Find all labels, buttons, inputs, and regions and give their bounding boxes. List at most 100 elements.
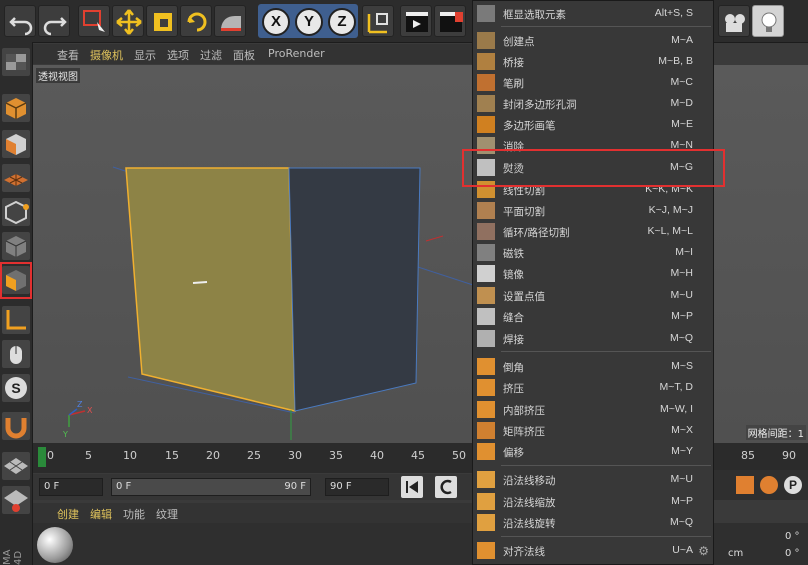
menu-item-brush[interactable]: 笔刷 M~C [473, 72, 713, 93]
edit-menu[interactable]: 编辑 [90, 506, 112, 522]
y-axis-lock-button[interactable]: Y [295, 8, 323, 36]
weld-icon [477, 330, 495, 347]
rotate-tool-button[interactable] [180, 5, 212, 37]
tick-label: 85 [741, 449, 755, 462]
menu-item-bridge[interactable]: 桥接 M~B, B [473, 51, 713, 72]
make-editable-button[interactable] [2, 48, 30, 76]
rect-select-icon [83, 10, 105, 32]
magnet-palette-button[interactable] [2, 412, 30, 440]
display-menu[interactable]: 显示 [134, 47, 156, 63]
move-tool-button[interactable] [112, 5, 144, 37]
menu-item-create-point[interactable]: 创建点 M~A [473, 30, 713, 51]
menu-item-polygon-pen[interactable]: 多边形画笔 M~E [473, 114, 713, 135]
create-menu[interactable]: 创建 [57, 506, 79, 522]
x-axis-lock-button[interactable]: X [262, 8, 290, 36]
right-toolbar [714, 0, 808, 42]
points-mode-button[interactable] [2, 198, 30, 226]
camera-button[interactable] [718, 5, 750, 37]
move-icon [116, 9, 142, 35]
menu-item-mirror[interactable]: 镜像 M~H [473, 263, 713, 284]
grid-diamond-icon [4, 458, 28, 474]
light-button[interactable] [752, 5, 784, 37]
grid-lock-button[interactable] [2, 486, 30, 514]
keyframe-selection-button[interactable]: P [784, 476, 802, 494]
coordinate-system-button[interactable] [362, 5, 394, 37]
tick-label: 10 [123, 449, 137, 462]
menu-item-close-polygon-hole[interactable]: 封闭多边形孔洞 M~D [473, 93, 713, 114]
matrix-extrude-icon [477, 422, 495, 439]
workplane-mode-button[interactable] [2, 164, 30, 192]
edge-mode-icon [5, 236, 27, 257]
end-frame-value: 90 F [284, 481, 306, 492]
menu-item-normal-rotate[interactable]: 沿法线旋转 M~Q [473, 512, 713, 533]
menu-item-stitch[interactable]: 缝合 M~P [473, 306, 713, 327]
menu-item-normal-scale[interactable]: 沿法线缩放 M~P [473, 491, 713, 512]
dark-side-face[interactable] [288, 167, 421, 412]
gear-icon[interactable]: ⚙ [698, 544, 709, 558]
scale-tool-button[interactable] [146, 5, 178, 37]
auto-key-button[interactable] [760, 476, 778, 494]
redo-button[interactable] [38, 5, 70, 37]
menu-item-align-normals[interactable]: 对齐法线 U~A [473, 540, 713, 561]
bevel-icon [477, 358, 495, 375]
filter-menu[interactable]: 过滤 [200, 47, 222, 63]
selection-tool-button[interactable] [78, 5, 110, 37]
animation-tools: P [714, 470, 808, 500]
menu-item-extrude[interactable]: 挤压 M~T, D [473, 377, 713, 398]
go-to-start-button[interactable] [401, 476, 423, 498]
smooth-shift-icon [477, 443, 495, 460]
render-view-button[interactable] [400, 5, 432, 37]
svg-text:S: S [11, 380, 20, 396]
menu-item-smooth-shift[interactable]: 偏移 M~Y [473, 441, 713, 462]
options-menu[interactable]: 选项 [167, 47, 189, 63]
view-menu[interactable]: 查看 [57, 47, 79, 63]
menu-item-magnet[interactable]: 磁铁 M~I [473, 242, 713, 263]
tweak-mode-button[interactable] [2, 340, 30, 368]
panel-menu[interactable]: 面板 [233, 47, 255, 63]
model-mode-button[interactable] [2, 94, 30, 122]
tick-label: 45 [411, 449, 425, 462]
grid-button[interactable] [2, 452, 30, 480]
menu-item-matrix-extrude[interactable]: 矩阵挤压 M~X [473, 420, 713, 441]
set-point-value-icon [477, 287, 495, 304]
rotation-readout-2: 0 ° [785, 548, 800, 559]
tick-label: 35 [329, 449, 343, 462]
scale-icon [154, 13, 172, 31]
texture-menu[interactable]: 纹理 [156, 506, 178, 522]
menu-item-set-point-value[interactable]: 设置点值 M~U [473, 285, 713, 306]
material-ball-preview[interactable] [37, 527, 73, 563]
selected-front-face[interactable] [125, 167, 296, 412]
iron-tool-icon [221, 16, 241, 31]
menu-item-plane-cut[interactable]: 平面切割 K~J, M~J [473, 200, 713, 221]
camera-menu[interactable]: 摄像机 [90, 47, 123, 63]
enable-axis-button[interactable] [2, 306, 30, 334]
record-key-button[interactable] [736, 476, 754, 494]
live-select-button[interactable] [214, 5, 246, 37]
menu-item-weld[interactable]: 焊接 M~Q [473, 328, 713, 349]
playhead-marker[interactable] [38, 447, 46, 467]
start-frame-field[interactable]: 0 F [39, 478, 103, 496]
tick-label: 30 [288, 449, 302, 462]
edges-mode-button[interactable] [2, 232, 30, 260]
grid-spacing-readout: 网格间距：1 [745, 425, 806, 440]
z-axis-lock-button[interactable]: Z [328, 8, 356, 36]
texture-mode-button[interactable] [2, 130, 30, 158]
mode-palette: S MA 4D [0, 42, 33, 565]
checker-icon [6, 54, 26, 70]
menu-item-extrude-inner[interactable]: 内部挤压 M~W, I [473, 399, 713, 420]
grid-lock-icon [4, 490, 28, 512]
normal-scale-icon [477, 493, 495, 510]
undo-button[interactable] [4, 5, 36, 37]
snap-button[interactable]: S [2, 374, 30, 402]
current-frame-slider[interactable]: 0 F 90 F [111, 478, 311, 496]
end-frame-field[interactable]: 90 F [325, 478, 389, 496]
menu-item-bevel[interactable]: 倒角 M~S [473, 356, 713, 377]
prorender-menu[interactable]: ProRender [268, 47, 325, 60]
menu-item-normal-move[interactable]: 沿法线移动 M~U [473, 469, 713, 490]
menu-item-loop-path-cut[interactable]: 循环/路径切割 K~L, M~L [473, 221, 713, 242]
function-menu[interactable]: 功能 [123, 506, 145, 522]
menu-item-frame-selected[interactable]: 框显选取元素 Alt+S, S [473, 3, 713, 24]
previous-key-button[interactable] [435, 476, 457, 498]
render-picture-viewer-button[interactable] [434, 5, 466, 37]
clapper-icon [406, 12, 428, 32]
